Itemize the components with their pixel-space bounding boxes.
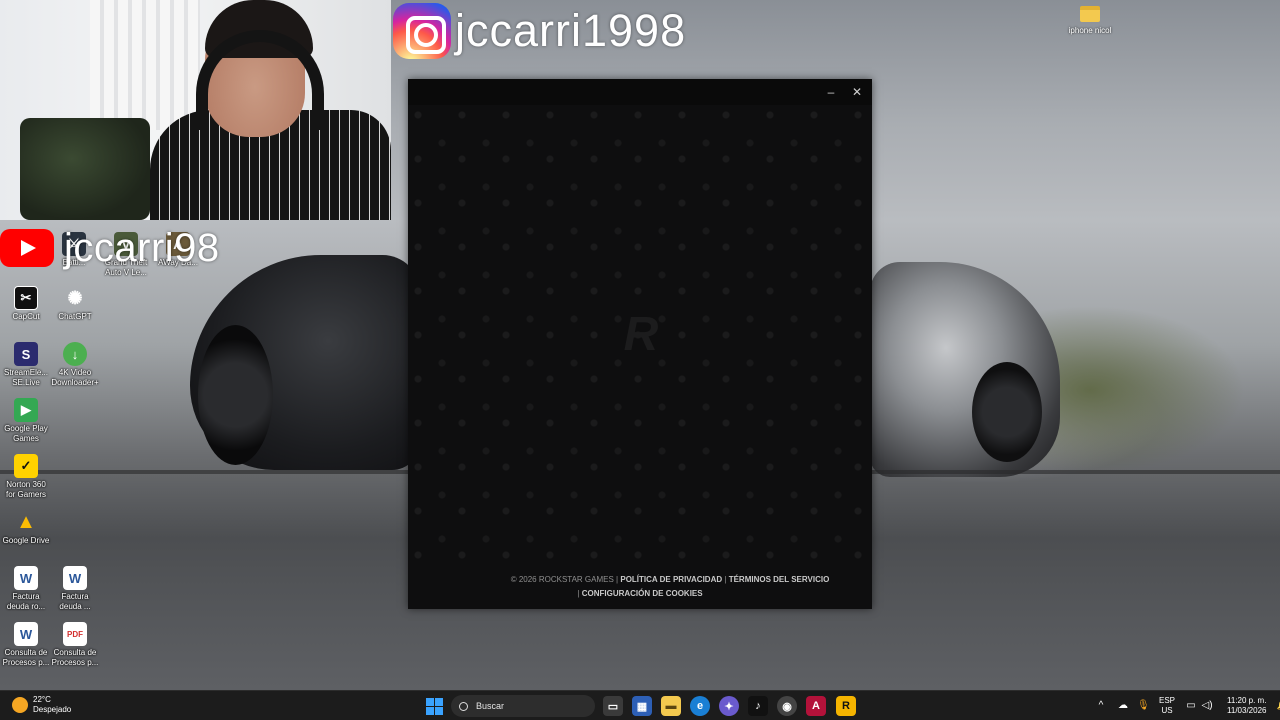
temperature: 22°C — [33, 695, 51, 704]
edge-icon[interactable]: e — [690, 696, 710, 716]
desktop-icon-factura-1[interactable]: W Factura deuda ro... — [0, 566, 52, 612]
youtube-icon — [0, 229, 54, 267]
desktop-icon-label: Google Play Games — [4, 424, 48, 443]
desktop-icon-4k-video[interactable]: ↓ 4K Video Downloader+ — [49, 342, 101, 388]
taskbar: 22°C Despejado Buscar ▭ ▦ ▬ e ✦ ♪ ◉ A R … — [0, 690, 1280, 720]
desktop-icon-norton[interactable]: ✓ Norton 360 for Gamers — [0, 454, 52, 500]
desktop-icon-iphone-folder[interactable]: iphone nicol — [1062, 6, 1118, 35]
footer-separator: | — [577, 589, 580, 598]
norton-icon: ✓ — [14, 454, 38, 478]
webcam-chair — [20, 118, 150, 220]
desktop-icon-chatgpt[interactable]: ✺ ChatGPT — [49, 286, 101, 322]
streamelements-icon: S — [14, 342, 38, 366]
privacy-policy-link[interactable]: POLÍTICA DE PRIVACIDAD — [620, 575, 722, 584]
clock[interactable]: 11:20 p. m. 11/03/2026 — [1227, 696, 1266, 716]
youtube-overlay: jccarri98 — [0, 225, 220, 270]
obs-icon[interactable]: ◉ — [777, 696, 797, 716]
footer-separator: | — [724, 575, 727, 584]
desktop-icon-google-drive[interactable]: ▲ Google Drive — [0, 510, 52, 546]
folder-icon — [1080, 6, 1100, 22]
desktop-icon-label: Norton 360 for Gamers — [5, 480, 46, 499]
desktop-icon-label: 4K Video Downloader+ — [51, 368, 99, 387]
google-drive-icon: ▲ — [16, 510, 36, 533]
rockstar-launcher-icon[interactable]: R — [836, 696, 856, 716]
instagram-handle: jccarri1998 — [455, 5, 687, 56]
windows-icon — [425, 697, 443, 715]
desktop-icon-label: Factura deuda ro... — [6, 592, 46, 611]
close-icon[interactable]: ✕ — [848, 83, 866, 101]
desktop-icon-label: Factura deuda ... — [59, 592, 91, 611]
desktop-icon-google-play-games[interactable]: ▶ Google Play Games — [0, 398, 52, 444]
desktop-icon-label: iphone nicol — [1068, 26, 1112, 35]
desktop-icon-consulta-1[interactable]: W Consulta de Procesos p... — [0, 622, 52, 668]
webcam-overlay — [0, 0, 391, 220]
microphone-icon[interactable]: 🎙 — [1137, 700, 1150, 712]
minimize-icon[interactable]: – — [822, 83, 840, 101]
file-explorer-icon[interactable]: ▬ — [661, 696, 681, 716]
taskbar-search[interactable]: Buscar — [451, 695, 595, 717]
volume-icon[interactable]: ◁) — [1201, 700, 1213, 712]
adobe-icon[interactable]: A — [806, 696, 826, 716]
instagram-overlay: jccarri1998 — [393, 3, 686, 59]
chatgpt-icon: ✺ — [67, 287, 83, 308]
weather-text: 22°C Despejado — [33, 695, 71, 715]
launcher-titlebar[interactable]: – ✕ — [408, 79, 872, 105]
start-button[interactable] — [424, 696, 444, 716]
sun-icon — [12, 697, 28, 713]
network-icon[interactable]: ▭ — [1185, 700, 1197, 712]
microsoft-store-icon[interactable]: ▦ — [632, 696, 652, 716]
pdf-icon: PDF — [63, 622, 87, 646]
notification-bell-icon[interactable]: 🔔 — [1276, 700, 1280, 712]
language-indicator[interactable]: ESP US — [1159, 696, 1175, 716]
desktop-icon-consulta-2[interactable]: PDF Consulta de Procesos p... — [49, 622, 101, 668]
webcam-curtain — [90, 0, 200, 130]
desktop-icon-label: Consulta de Procesos p... — [2, 648, 50, 667]
footer-separator: | — [616, 575, 619, 584]
launcher-footer: © 2026 ROCKSTAR GAMES | POLÍTICA DE PRIV… — [408, 573, 872, 609]
cookie-settings-link[interactable]: CONFIGURACIÓN DE COOKIES — [582, 589, 703, 598]
weather-widget[interactable]: 22°C Despejado — [12, 695, 71, 715]
rockstar-launcher-window[interactable]: – ✕ R © 2026 ROCKSTAR GAMES | POLÍTICA D… — [408, 79, 872, 609]
desktop-icon-label: Google Drive — [2, 536, 50, 545]
desktop-icon-label: CapCut — [12, 312, 40, 321]
instagram-icon — [393, 3, 451, 59]
youtube-handle: jccarri98 — [64, 225, 220, 270]
time-text: 11:20 p. m. — [1227, 696, 1267, 705]
copilot-icon[interactable]: ✦ — [719, 696, 739, 716]
wallpaper-car-wheel — [972, 362, 1042, 462]
keyboard-layout: US — [1161, 706, 1173, 715]
search-label: Buscar — [476, 701, 505, 711]
search-icon — [459, 701, 468, 711]
desktop-icon-streamelements[interactable]: S StreamEle... SE.Live — [0, 342, 52, 388]
terms-of-service-link[interactable]: TÉRMINOS DEL SERVICIO — [729, 575, 830, 584]
cloud-icon[interactable]: ☁ — [1117, 700, 1129, 712]
desktop-icon-factura-2[interactable]: W Factura deuda ... — [49, 566, 101, 612]
desktop-icon-label: Consulta de Procesos p... — [51, 648, 99, 667]
copyright-text: © 2026 ROCKSTAR GAMES — [510, 575, 614, 584]
rockstar-logo-icon: R — [623, 308, 659, 361]
system-tray: ^ ☁ 🎙 ESP US ▭ ◁) 11:20 p. m. 11/03/2026… — [1095, 691, 1280, 720]
wallpaper-car-wheel — [198, 325, 273, 465]
word-doc-icon: W — [63, 566, 87, 590]
language-code: ESP — [1159, 696, 1176, 705]
desktop-icon-label: StreamEle... SE.Live — [3, 368, 48, 387]
word-doc-icon: W — [14, 622, 38, 646]
task-view-icon[interactable]: ▭ — [603, 696, 623, 716]
date-text: 11/03/2026 — [1227, 706, 1267, 715]
desktop-icon-label: ChatGPT — [58, 312, 92, 321]
google-play-games-icon: ▶ — [14, 398, 38, 422]
tiktok-icon[interactable]: ♪ — [748, 696, 768, 716]
weather-condition: Despejado — [33, 705, 72, 714]
desktop-icon-capcut[interactable]: ✂ CapCut — [0, 286, 52, 322]
chevron-up-icon[interactable]: ^ — [1095, 700, 1107, 712]
4k-video-icon: ↓ — [63, 342, 87, 366]
word-doc-icon: W — [14, 566, 38, 590]
capcut-icon: ✂ — [14, 286, 38, 310]
